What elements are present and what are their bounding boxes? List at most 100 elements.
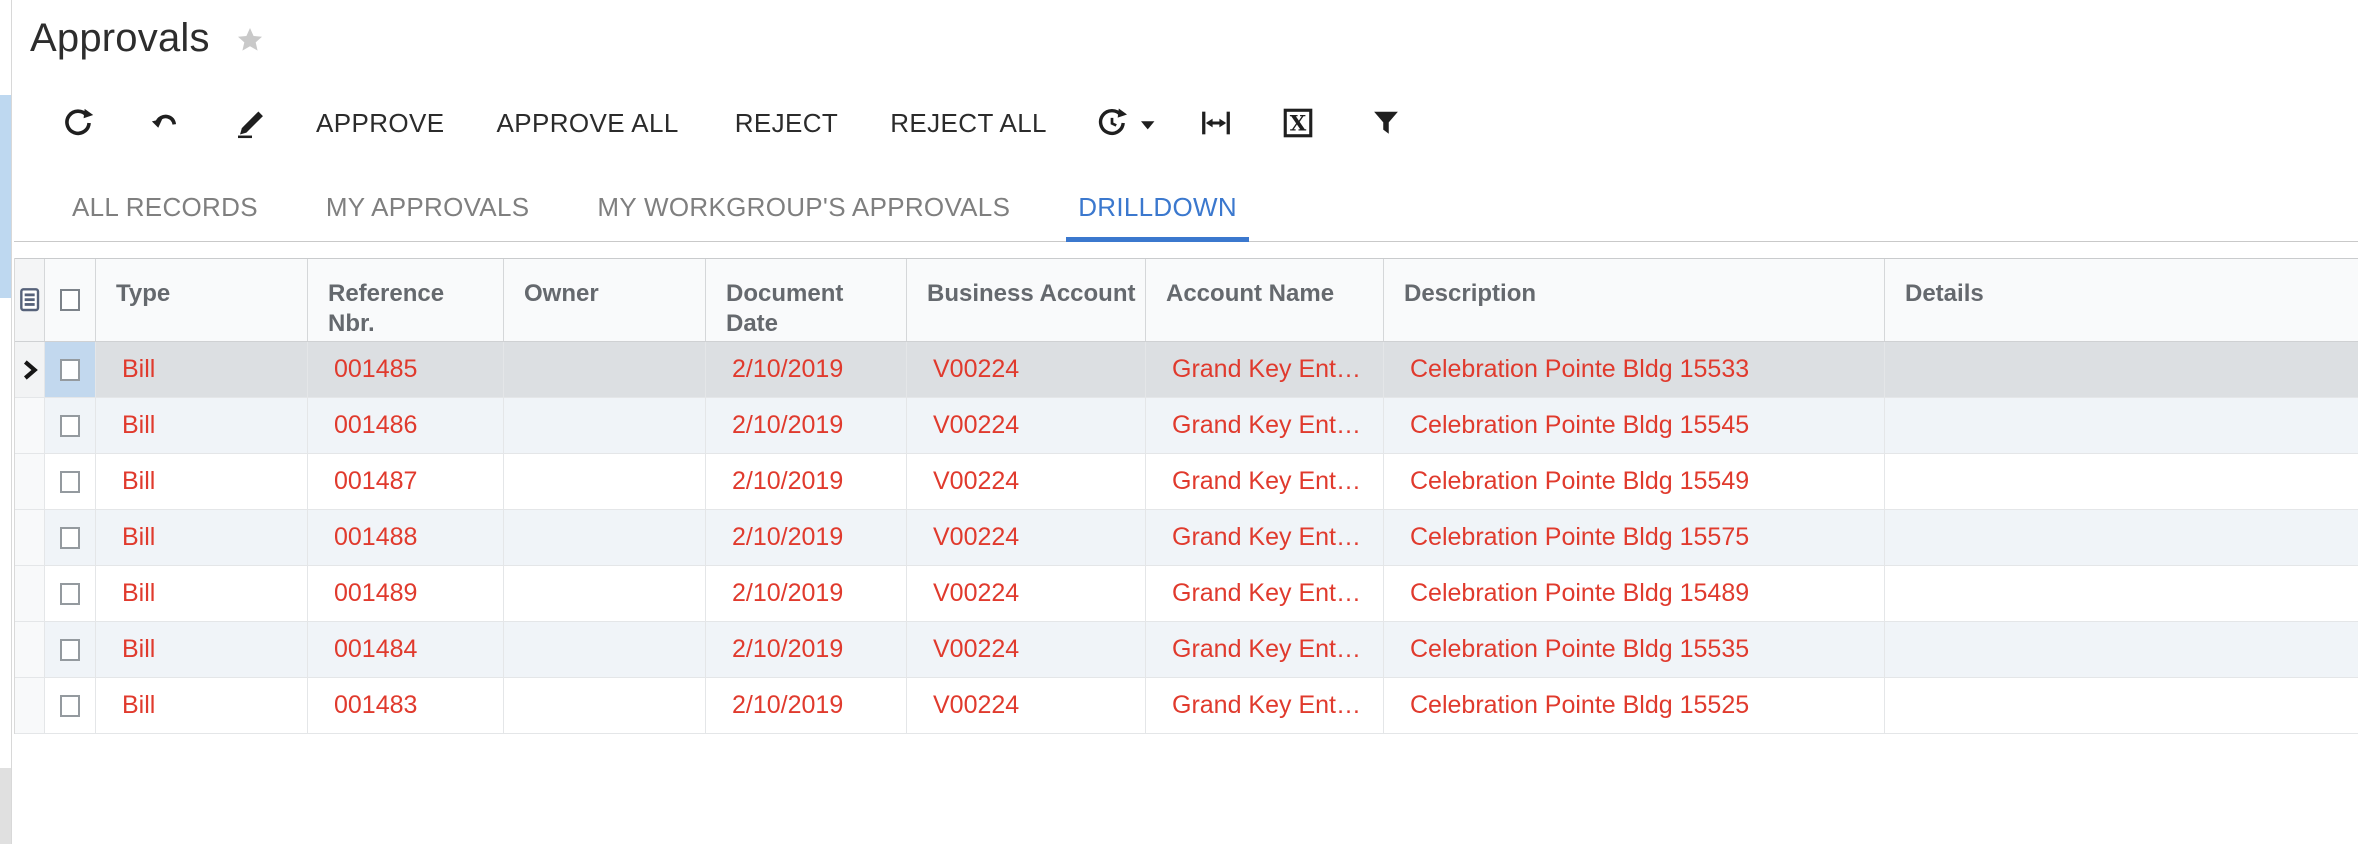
- tab-my-workgroups-approvals[interactable]: MY WORKGROUP'S APPROVALS: [585, 192, 1022, 242]
- cell-business-account[interactable]: V00224: [907, 566, 1146, 621]
- column-header-account-name[interactable]: Account Name: [1146, 259, 1384, 341]
- cell-description[interactable]: Celebration Pointe Bldg 15533: [1384, 342, 1885, 397]
- cell-description[interactable]: Celebration Pointe Bldg 15525: [1384, 678, 1885, 733]
- cell-document-date[interactable]: 2/10/2019: [706, 398, 907, 453]
- cell-reference-nbr[interactable]: 001483: [308, 678, 504, 733]
- cell-owner[interactable]: [504, 678, 706, 733]
- cell-account-name[interactable]: Grand Key Ent…: [1146, 398, 1384, 453]
- row-checkbox[interactable]: [60, 638, 80, 661]
- cell-business-account[interactable]: V00224: [907, 398, 1146, 453]
- cell-account-name[interactable]: Grand Key Ent…: [1146, 622, 1384, 677]
- column-header-description[interactable]: Description: [1384, 259, 1885, 341]
- export-excel-icon[interactable]: X: [1281, 106, 1315, 140]
- tab-my-approvals[interactable]: MY APPROVALS: [314, 192, 542, 242]
- cell-details[interactable]: [1885, 510, 2358, 565]
- table-row[interactable]: Bill 001489 2/10/2019 V00224 Grand Key Ent… C…: [15, 566, 2358, 622]
- cell-reference-nbr[interactable]: 001489: [308, 566, 504, 621]
- select-all-checkbox[interactable]: [60, 289, 80, 311]
- cell-document-date[interactable]: 2/10/2019: [706, 566, 907, 621]
- cell-document-date[interactable]: 2/10/2019: [706, 678, 907, 733]
- reject-button[interactable]: REJECT: [735, 108, 839, 139]
- favorite-star-icon[interactable]: [236, 26, 264, 54]
- table-row[interactable]: Bill 001486 2/10/2019 V00224 Grand Key Ent… C…: [15, 398, 2358, 454]
- tab-drilldown[interactable]: DRILLDOWN: [1066, 192, 1249, 242]
- cell-type[interactable]: Bill: [96, 454, 308, 509]
- schedule-refresh-button[interactable]: [1095, 106, 1155, 140]
- column-header-details[interactable]: Details: [1885, 259, 2358, 341]
- table-row[interactable]: Bill 001485 2/10/2019 V00224 Grand Key Ent… C…: [15, 342, 2358, 398]
- cell-details[interactable]: [1885, 454, 2358, 509]
- grid-settings-icon[interactable]: [15, 259, 45, 341]
- edit-icon[interactable]: [236, 107, 268, 139]
- row-checkbox[interactable]: [60, 582, 80, 605]
- cell-account-name[interactable]: Grand Key Ent…: [1146, 566, 1384, 621]
- table-row[interactable]: Bill 001488 2/10/2019 V00224 Grand Key Ent… C…: [15, 510, 2358, 566]
- column-header-document-date[interactable]: Document Date: [706, 259, 907, 341]
- cell-owner[interactable]: [504, 342, 706, 397]
- undo-icon[interactable]: [150, 107, 182, 139]
- cell-account-name[interactable]: Grand Key Ent…: [1146, 678, 1384, 733]
- cell-reference-nbr[interactable]: 001485: [308, 342, 504, 397]
- cell-reference-nbr[interactable]: 001488: [308, 510, 504, 565]
- table-row[interactable]: Bill 001487 2/10/2019 V00224 Grand Key Ent… C…: [15, 454, 2358, 510]
- toolbar: APPROVE APPROVE ALL REJECT REJECT ALL X: [14, 94, 2358, 152]
- row-checkbox[interactable]: [60, 358, 80, 381]
- cell-type[interactable]: Bill: [96, 622, 308, 677]
- row-checkbox[interactable]: [60, 414, 80, 437]
- reject-all-button[interactable]: REJECT ALL: [890, 108, 1047, 139]
- column-header-business-account[interactable]: Business Account: [907, 259, 1146, 341]
- column-header-reference-nbr[interactable]: Reference Nbr.: [308, 259, 504, 341]
- cell-details[interactable]: [1885, 622, 2358, 677]
- row-checkbox[interactable]: [60, 526, 80, 549]
- row-gutter: [15, 454, 45, 509]
- cell-account-name[interactable]: Grand Key Ent…: [1146, 454, 1384, 509]
- row-gutter: [15, 678, 45, 733]
- cell-document-date[interactable]: 2/10/2019: [706, 454, 907, 509]
- cell-details[interactable]: [1885, 398, 2358, 453]
- cell-details[interactable]: [1885, 678, 2358, 733]
- cell-owner[interactable]: [504, 622, 706, 677]
- cell-type[interactable]: Bill: [96, 566, 308, 621]
- cell-type[interactable]: Bill: [96, 342, 308, 397]
- cell-reference-nbr[interactable]: 001487: [308, 454, 504, 509]
- cell-description[interactable]: Celebration Pointe Bldg 15549: [1384, 454, 1885, 509]
- cell-type[interactable]: Bill: [96, 678, 308, 733]
- cell-account-name[interactable]: Grand Key Ent…: [1146, 342, 1384, 397]
- cell-document-date[interactable]: 2/10/2019: [706, 622, 907, 677]
- page-title: Approvals: [30, 15, 210, 60]
- cell-description[interactable]: Celebration Pointe Bldg 15545: [1384, 398, 1885, 453]
- cell-description[interactable]: Celebration Pointe Bldg 15575: [1384, 510, 1885, 565]
- cell-business-account[interactable]: V00224: [907, 678, 1146, 733]
- cell-owner[interactable]: [504, 398, 706, 453]
- refresh-icon[interactable]: [62, 107, 94, 139]
- cell-reference-nbr[interactable]: 001484: [308, 622, 504, 677]
- cell-reference-nbr[interactable]: 001486: [308, 398, 504, 453]
- row-checkbox[interactable]: [60, 694, 80, 717]
- cell-business-account[interactable]: V00224: [907, 454, 1146, 509]
- cell-document-date[interactable]: 2/10/2019: [706, 342, 907, 397]
- fit-width-icon[interactable]: [1199, 106, 1233, 140]
- column-header-type[interactable]: Type: [96, 259, 308, 341]
- table-row[interactable]: Bill 001484 2/10/2019 V00224 Grand Key Ent… C…: [15, 622, 2358, 678]
- cell-owner[interactable]: [504, 454, 706, 509]
- cell-owner[interactable]: [504, 566, 706, 621]
- approve-all-button[interactable]: APPROVE ALL: [497, 108, 679, 139]
- cell-type[interactable]: Bill: [96, 510, 308, 565]
- column-header-owner[interactable]: Owner: [504, 259, 706, 341]
- cell-description[interactable]: Celebration Pointe Bldg 15489: [1384, 566, 1885, 621]
- cell-details[interactable]: [1885, 566, 2358, 621]
- cell-business-account[interactable]: V00224: [907, 342, 1146, 397]
- cell-account-name[interactable]: Grand Key Ent…: [1146, 510, 1384, 565]
- cell-description[interactable]: Celebration Pointe Bldg 15535: [1384, 622, 1885, 677]
- cell-business-account[interactable]: V00224: [907, 510, 1146, 565]
- cell-document-date[interactable]: 2/10/2019: [706, 510, 907, 565]
- cell-details[interactable]: [1885, 342, 2358, 397]
- cell-type[interactable]: Bill: [96, 398, 308, 453]
- cell-business-account[interactable]: V00224: [907, 622, 1146, 677]
- table-row[interactable]: Bill 001483 2/10/2019 V00224 Grand Key Ent… C…: [15, 678, 2358, 734]
- approve-button[interactable]: APPROVE: [316, 108, 445, 139]
- row-checkbox[interactable]: [60, 470, 80, 493]
- cell-owner[interactable]: [504, 510, 706, 565]
- filter-icon[interactable]: [1371, 108, 1401, 138]
- tab-all-records[interactable]: ALL RECORDS: [60, 192, 270, 242]
